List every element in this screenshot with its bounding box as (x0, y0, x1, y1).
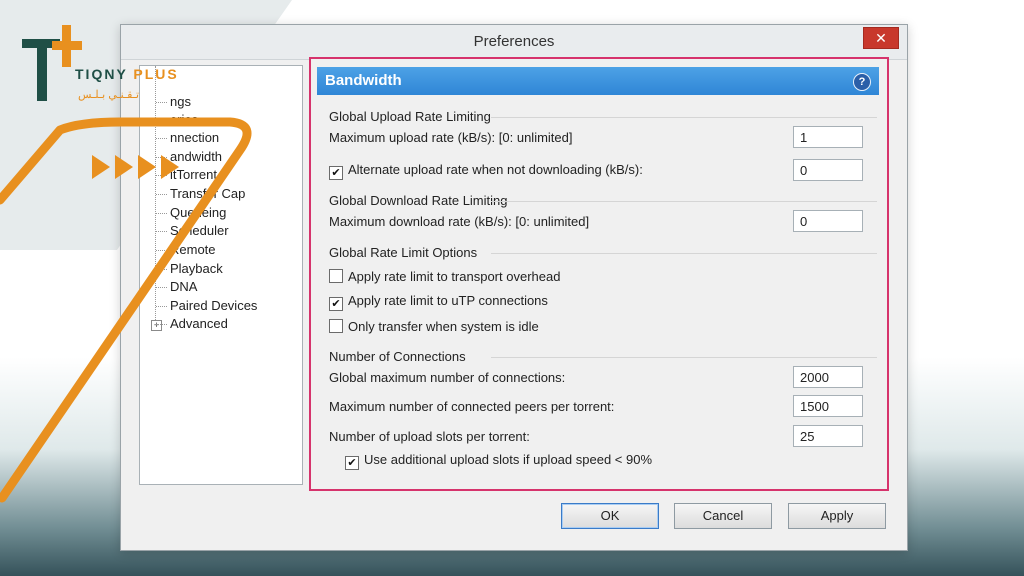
global-connections-input[interactable]: 2000 (793, 366, 863, 388)
idle-label: Only transfer when system is idle (348, 319, 539, 334)
preferences-window: Preferences ✕ ngs ories nnection andwidt… (120, 24, 908, 551)
extra-slots-row[interactable]: ✔ Use additional upload slots if upload s… (345, 452, 652, 470)
bandwidth-panel: Bandwidth ? Global Upload Rate Limiting … (309, 57, 889, 491)
sidebar-item-settings[interactable]: ngs (156, 94, 191, 109)
transport-overhead-checkbox[interactable] (329, 269, 343, 283)
connections-group-title: Number of Connections (329, 349, 466, 364)
upload-slots-label: Number of upload slots per torrent: (329, 429, 530, 444)
group-divider (491, 253, 877, 254)
utp-row[interactable]: ✔ Apply rate limit to uTP connections (329, 293, 548, 311)
sidebar-item-paired-devices[interactable]: Paired Devices (155, 298, 257, 313)
sidebar-item-advanced[interactable]: Advanced (156, 316, 228, 331)
tiqny-logo-icon (22, 25, 82, 101)
help-icon[interactable]: ? (853, 73, 871, 91)
close-button[interactable]: ✕ (863, 27, 899, 49)
sidebar-item-bittorrent[interactable]: itTorrent (156, 167, 217, 182)
ok-button[interactable]: OK (561, 503, 659, 529)
brand-name: TIQNY PLUS (75, 66, 179, 82)
group-divider (491, 201, 877, 202)
sidebar-item-remote[interactable]: Remote (156, 242, 216, 257)
max-download-label: Maximum download rate (kB/s): [0: unlimi… (329, 214, 590, 229)
panel-title: Bandwidth (325, 72, 402, 89)
max-download-input[interactable]: 0 (793, 210, 863, 232)
sidebar-item-playback[interactable]: Playback (156, 261, 223, 276)
group-divider (491, 357, 877, 358)
sidebar-item-connection[interactable]: nnection (155, 130, 219, 145)
sidebar-item-bandwidth[interactable]: andwidth (155, 149, 222, 164)
sidebar-item-directories[interactable]: ories (155, 112, 198, 127)
max-upload-label: Maximum upload rate (kB/s): [0: unlimite… (329, 130, 573, 145)
brand-name-plus: PLUS (133, 66, 179, 82)
sidebar-item-dna[interactable]: DNA (155, 279, 197, 294)
utp-label: Apply rate limit to uTP connections (348, 293, 548, 308)
sidebar-item-transfer-cap[interactable]: Transfer Cap (155, 186, 245, 201)
brand-name-main: TIQNY (75, 66, 128, 82)
idle-checkbox[interactable] (329, 319, 343, 333)
utp-checkbox[interactable]: ✔ (329, 297, 343, 311)
sidebar-item-queueing[interactable]: Queueing (155, 205, 226, 220)
title-bar: Preferences ✕ (121, 25, 907, 60)
peers-label: Maximum number of connected peers per to… (329, 399, 615, 414)
upload-group-title: Global Upload Rate Limiting (329, 109, 491, 124)
transport-overhead-row[interactable]: Apply rate limit to transport overhead (329, 269, 560, 284)
extra-slots-checkbox[interactable]: ✔ (345, 456, 359, 470)
global-connections-label: Global maximum number of connections: (329, 370, 566, 385)
transport-overhead-label: Apply rate limit to transport overhead (348, 269, 561, 284)
cancel-button[interactable]: Cancel (674, 503, 772, 529)
sidebar-tree: ngs ories nnection andwidth itTorrent Tr… (139, 65, 303, 485)
upload-slots-input[interactable]: 25 (793, 425, 863, 447)
panel-header: Bandwidth ? (317, 67, 879, 95)
alternate-upload-input[interactable]: 0 (793, 159, 863, 181)
max-upload-input[interactable]: 1 (793, 126, 863, 148)
rate-options-group-title: Global Rate Limit Options (329, 245, 478, 260)
download-group-title: Global Download Rate Limiting (329, 193, 508, 208)
window-title: Preferences (473, 33, 555, 50)
alternate-upload-row[interactable]: ✔ Alternate upload rate when not download… (329, 162, 643, 180)
advanced-expander-icon[interactable]: + (151, 320, 162, 331)
tree-connector (155, 66, 156, 328)
idle-row[interactable]: Only transfer when system is idle (329, 319, 539, 334)
peers-input[interactable]: 1500 (793, 395, 863, 417)
brand-arabic-text: تـقـنـي بـلـس (78, 89, 140, 101)
sidebar-item-scheduler[interactable]: Scheduler (156, 223, 229, 238)
extra-slots-label: Use additional upload slots if upload sp… (364, 452, 653, 467)
alternate-upload-checkbox[interactable]: ✔ (329, 166, 343, 180)
apply-button[interactable]: Apply (788, 503, 886, 529)
alternate-upload-label: Alternate upload rate when not downloadi… (348, 162, 643, 177)
group-divider (491, 117, 877, 118)
